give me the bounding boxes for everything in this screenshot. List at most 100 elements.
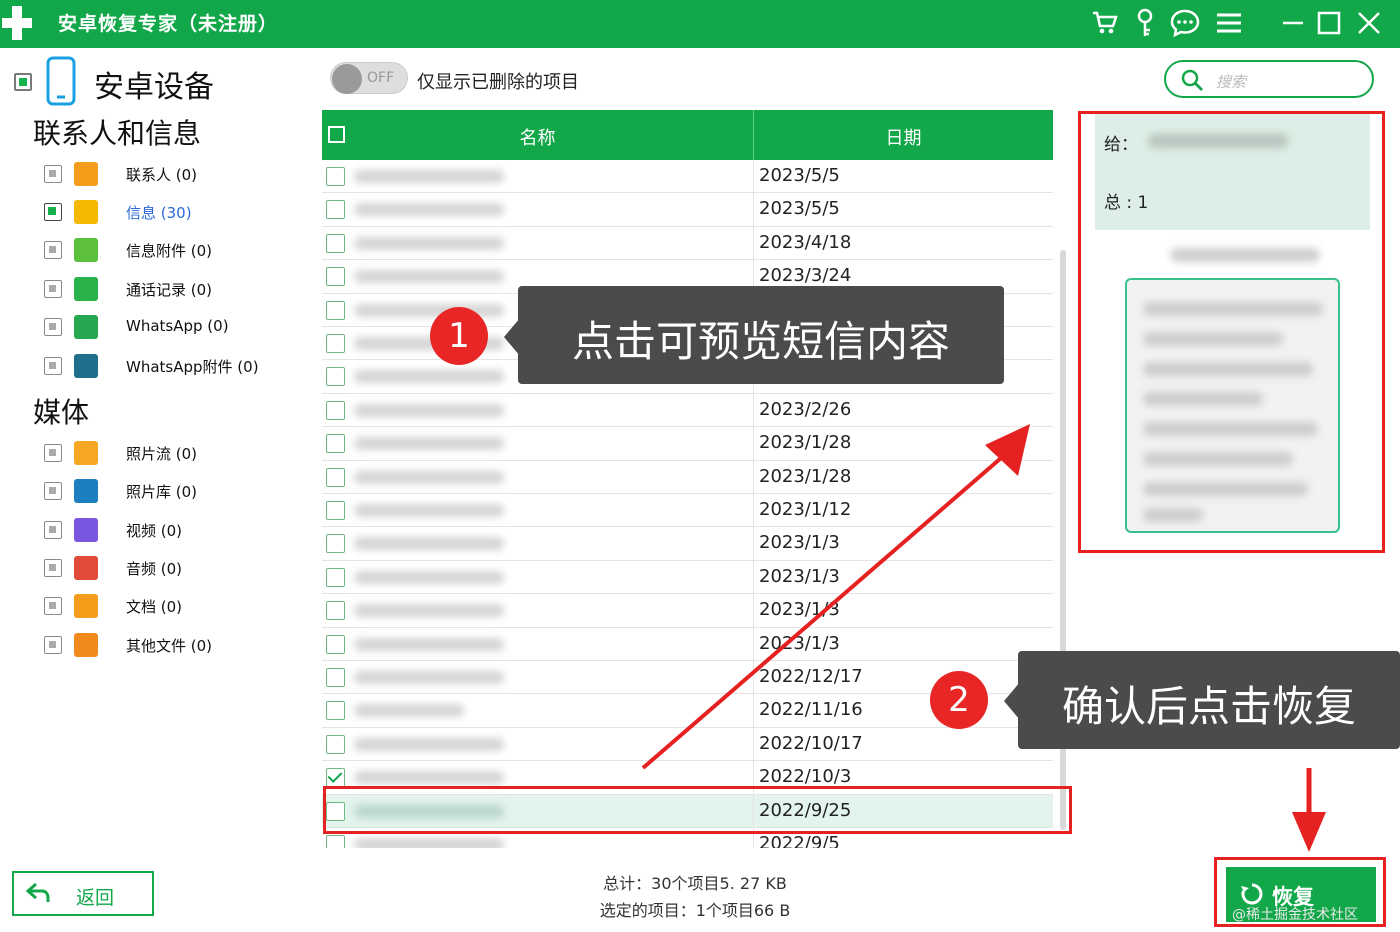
row-checkbox[interactable] — [326, 434, 345, 454]
app-title: 安卓恢复专家（未注册） — [58, 13, 279, 35]
table-row[interactable]: 2023/1/12 — [322, 494, 1053, 528]
device-checkbox[interactable] — [14, 73, 32, 91]
row-checkbox[interactable] — [326, 601, 345, 621]
table-row[interactable]: 2023/1/3 — [322, 627, 1053, 661]
row-checkbox[interactable] — [326, 267, 345, 287]
sidebar-item-photo-library[interactable]: 照片库 (0) — [44, 477, 304, 505]
table-row[interactable]: 2023/5/5 — [322, 160, 1053, 194]
row-checkbox[interactable] — [326, 167, 345, 186]
category-checkbox[interactable] — [44, 203, 62, 221]
sidebar-item-contacts[interactable]: 联系人 (0) — [44, 160, 304, 188]
photo-stream-icon — [74, 441, 98, 465]
category-checkbox[interactable] — [44, 280, 62, 298]
table-row[interactable]: 2023/1/3 — [322, 527, 1053, 561]
row-checkbox[interactable] — [326, 768, 345, 788]
chat-icon[interactable] — [1168, 6, 1202, 40]
sidebar-item-label: WhatsApp附件 (0) — [126, 358, 259, 376]
table-row[interactable]: 2023/1/28 — [322, 460, 1053, 494]
plus-logo-icon — [2, 6, 32, 40]
row-name-blurred — [354, 437, 504, 451]
column-divider — [753, 494, 754, 528]
toggle-state: OFF — [367, 70, 395, 86]
column-date-header[interactable]: 日期 — [754, 124, 1053, 150]
row-checkbox[interactable] — [326, 534, 345, 554]
row-highlight-box — [323, 786, 1072, 834]
sidebar-item-label: 视频 (0) — [126, 522, 183, 540]
column-divider — [753, 560, 754, 595]
column-divider — [753, 460, 754, 494]
category-checkbox[interactable] — [44, 597, 62, 615]
table-row[interactable]: 2023/1/3 — [322, 594, 1053, 628]
row-name-blurred — [354, 671, 504, 684]
row-checkbox[interactable] — [326, 233, 345, 253]
callout-1-pointer — [504, 318, 520, 356]
sidebar-item-whatsapp-attachment[interactable]: WhatsApp附件 (0) — [44, 352, 304, 380]
cart-icon[interactable] — [1088, 6, 1122, 40]
watermark: @稀土掘金技术社区 — [1232, 907, 1358, 923]
sidebar-item-whatsapp[interactable]: WhatsApp (0) — [44, 313, 304, 341]
table-row[interactable]: 2022/10/17 — [322, 727, 1053, 762]
sidebar-item-document[interactable]: 文档 (0) — [44, 592, 304, 620]
sidebar-item-other-files[interactable]: 其他文件 (0) — [44, 631, 304, 659]
row-checkbox[interactable] — [326, 400, 345, 420]
row-checkbox[interactable] — [326, 367, 345, 387]
category-checkbox[interactable] — [44, 241, 62, 259]
row-name-blurred — [354, 504, 504, 517]
category-checkbox[interactable] — [44, 482, 62, 500]
sidebar-item-video[interactable]: 视频 (0) — [44, 516, 304, 544]
key-icon[interactable] — [1128, 6, 1162, 40]
table-row[interactable]: 2023/5/5 — [322, 193, 1053, 227]
sidebar-item-messages[interactable]: 信息 (30) — [44, 198, 304, 226]
row-checkbox[interactable] — [326, 334, 345, 353]
sidebar-item-label: 通话记录 (0) — [126, 281, 213, 299]
row-checkbox[interactable] — [326, 835, 345, 848]
table-row[interactable]: 2023/1/28 — [322, 427, 1053, 461]
row-date: 2022/11/16 — [759, 699, 863, 721]
sidebar-item-attachment[interactable]: 信息附件 (0) — [44, 236, 304, 264]
row-checkbox[interactable] — [326, 734, 345, 754]
category-checkbox[interactable] — [44, 559, 62, 577]
row-checkbox[interactable] — [326, 467, 345, 487]
category-checkbox[interactable] — [44, 318, 62, 336]
category-checkbox[interactable] — [44, 444, 62, 462]
callout-2-pointer — [1004, 682, 1020, 720]
sidebar-item-photo-stream[interactable]: 照片流 (0) — [44, 439, 304, 467]
category-checkbox[interactable] — [44, 636, 62, 654]
phone-icon — [46, 56, 76, 106]
row-name-blurred — [354, 604, 504, 618]
row-name-blurred — [354, 370, 504, 384]
row-checkbox[interactable] — [326, 668, 345, 687]
search-box[interactable]: 搜索 — [1164, 60, 1374, 98]
title-bar: 安卓恢复专家（未注册） — [0, 0, 1400, 48]
category-checkbox[interactable] — [44, 357, 62, 375]
row-date: 2023/1/3 — [759, 565, 840, 587]
column-name-header[interactable]: 名称 — [322, 124, 753, 150]
row-checkbox[interactable] — [326, 300, 345, 320]
category-checkbox[interactable] — [44, 165, 62, 183]
row-date: 2022/12/17 — [759, 666, 863, 687]
maximize-icon[interactable] — [1312, 6, 1346, 40]
table-row[interactable]: 2023/4/18 — [322, 226, 1053, 261]
messages-icon — [74, 200, 98, 224]
sidebar-item-audio[interactable]: 音频 (0) — [44, 554, 304, 582]
column-divider — [753, 160, 754, 194]
row-checkbox[interactable] — [326, 501, 345, 520]
category-checkbox[interactable] — [44, 521, 62, 539]
close-icon[interactable] — [1352, 6, 1386, 40]
deleted-only-toggle[interactable]: OFF — [330, 62, 408, 94]
row-checkbox[interactable] — [326, 701, 345, 721]
row-checkbox[interactable] — [326, 200, 345, 220]
row-date: 2023/3/24 — [759, 265, 852, 287]
table-row[interactable]: 2023/1/3 — [322, 560, 1053, 595]
table-row[interactable]: 2023/2/26 — [322, 393, 1053, 428]
row-checkbox[interactable] — [326, 567, 345, 587]
menu-icon[interactable] — [1212, 6, 1246, 40]
row-checkbox[interactable] — [326, 634, 345, 654]
back-button[interactable]: 返回 — [12, 871, 154, 916]
table-header: 名称 日期 — [322, 110, 1053, 160]
step-2-text: 确认后点击恢复 — [1061, 682, 1356, 731]
minimize-icon[interactable] — [1276, 6, 1310, 40]
row-date: 2023/2/26 — [759, 398, 852, 420]
sidebar-item-call-log[interactable]: 通话记录 (0) — [44, 275, 304, 303]
sidebar-item-label: 音频 (0) — [126, 560, 183, 578]
